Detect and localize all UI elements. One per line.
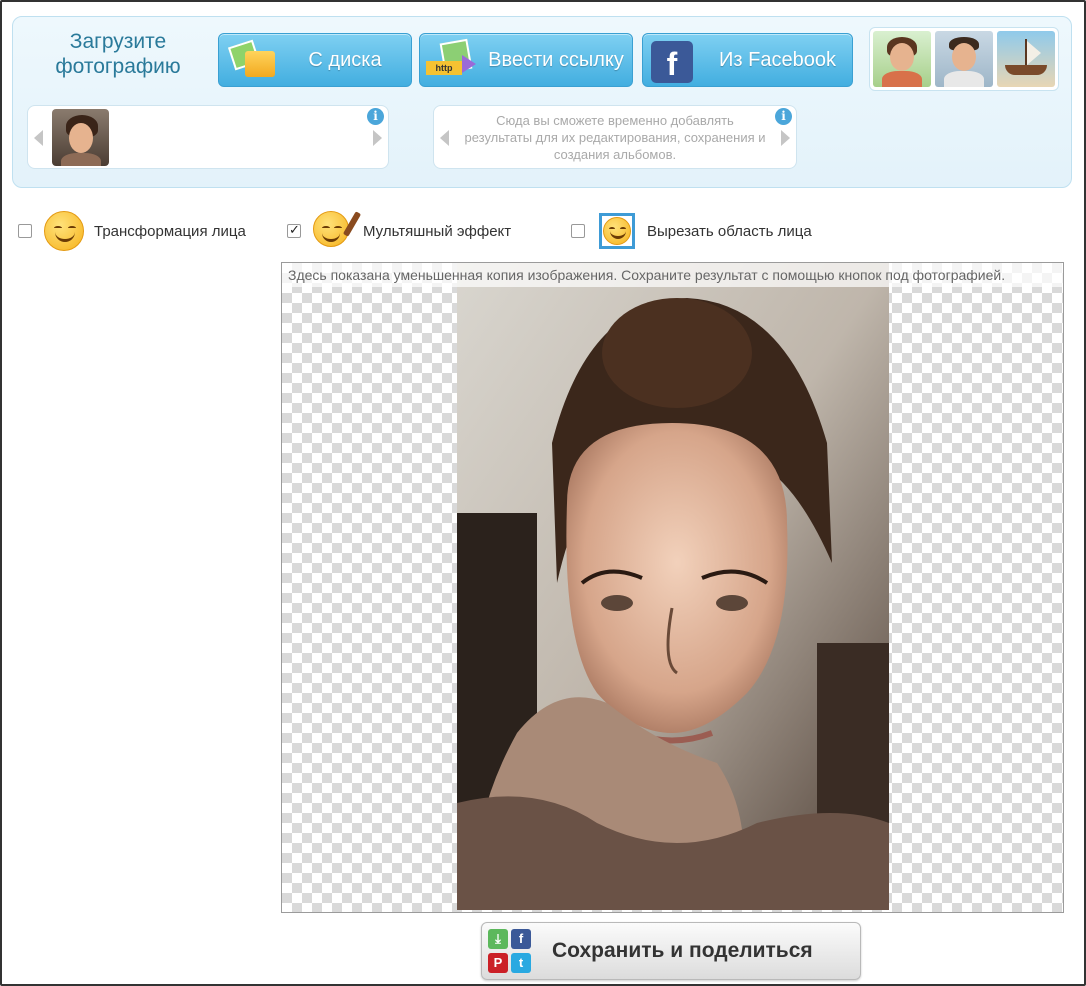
results-next-arrow-icon[interactable] xyxy=(781,130,790,146)
results-carousel: Сюда вы сможете временно добавлять резул… xyxy=(433,105,797,169)
http-tag: http xyxy=(426,61,462,75)
history-prev-arrow-icon[interactable] xyxy=(34,130,43,146)
results-prev-arrow-icon[interactable] xyxy=(440,130,449,146)
option-cartoon-effect: Мультяшный эффект xyxy=(287,208,511,254)
upload-from-disk-button[interactable]: С диска xyxy=(218,33,412,87)
download-icon: ⤓ xyxy=(488,929,508,949)
save-and-share-label: Сохранить и поделиться xyxy=(552,939,813,962)
face-crop-icon xyxy=(595,209,639,253)
enter-link-label: Ввести ссылку xyxy=(488,48,624,71)
twitter-share-icon: t xyxy=(511,952,531,973)
facebook-icon: f xyxy=(643,33,703,87)
sample-photo-woman[interactable] xyxy=(873,31,931,87)
enter-link-button[interactable]: http Ввести ссылку xyxy=(419,33,633,87)
cartoon-effect-checkbox[interactable] xyxy=(287,222,301,238)
facebook-share-icon: f xyxy=(511,929,531,949)
save-and-share-button[interactable]: ⤓ f P t Сохранить и поделиться xyxy=(481,922,861,980)
upload-from-disk-label: С диска xyxy=(308,48,382,71)
crop-face-checkbox[interactable] xyxy=(571,224,585,238)
upload-panel: Загрузите фотографию С диска http Ввести… xyxy=(12,16,1072,188)
history-info-icon[interactable]: i xyxy=(367,108,384,125)
sample-photos xyxy=(869,27,1059,91)
crop-face-label[interactable]: Вырезать область лица xyxy=(647,223,812,240)
option-face-transform: Трансформация лица xyxy=(18,208,246,254)
sample-photo-boat[interactable] xyxy=(997,31,1055,87)
pinterest-share-icon: P xyxy=(488,952,508,973)
http-link-icon: http xyxy=(420,33,480,87)
facebook-glyph: f xyxy=(651,41,693,83)
share-icons: ⤓ f P t xyxy=(488,929,532,973)
history-next-arrow-icon[interactable] xyxy=(373,130,382,146)
sample-photo-man[interactable] xyxy=(935,31,993,87)
results-hint-text: Сюда вы сможете временно добавлять резул… xyxy=(464,113,766,162)
cartoon-portrait-image xyxy=(457,263,889,910)
face-transform-label[interactable]: Трансформация лица xyxy=(94,223,246,240)
results-info-icon[interactable]: i xyxy=(775,108,792,125)
smiley-face-icon xyxy=(42,209,86,253)
image-preview: Здесь показана уменьшенная копия изображ… xyxy=(281,262,1064,913)
folder-photo-icon xyxy=(219,33,279,87)
upload-from-facebook-label: Из Facebook xyxy=(719,48,836,71)
option-crop-face: Вырезать область лица xyxy=(571,208,812,254)
upload-title: Загрузите фотографию xyxy=(55,30,181,78)
preview-note: Здесь показана уменьшенная копия изображ… xyxy=(282,263,1063,287)
cartoon-brush-icon xyxy=(311,209,362,253)
upload-from-facebook-button[interactable]: f Из Facebook xyxy=(642,33,853,87)
history-carousel: i xyxy=(27,105,389,169)
face-transform-checkbox[interactable] xyxy=(18,224,32,238)
history-thumbnail[interactable] xyxy=(52,109,109,166)
cartoon-effect-label[interactable]: Мультяшный эффект xyxy=(363,223,511,240)
